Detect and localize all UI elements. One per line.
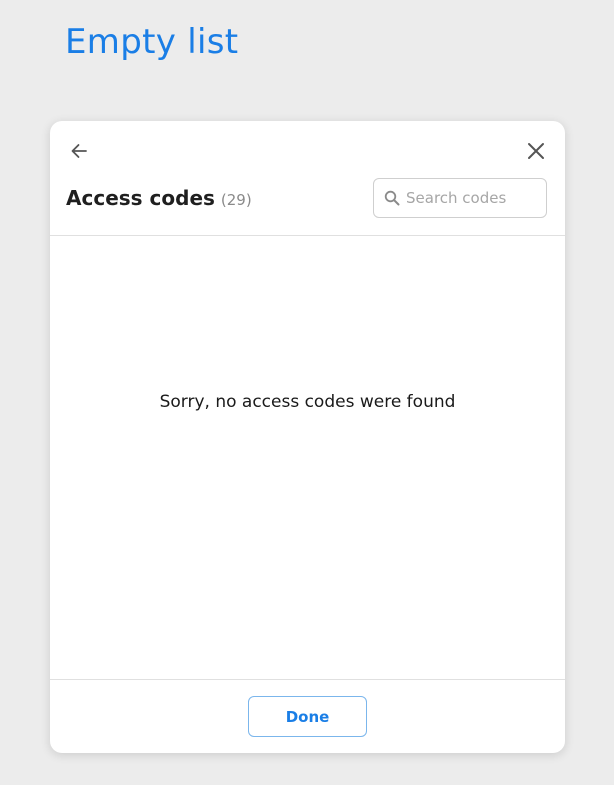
search-icon [384,190,400,206]
search-box[interactable] [373,178,547,218]
header-divider [50,235,565,236]
arrow-left-icon [71,144,87,158]
item-count: (29) [220,191,252,209]
page-heading: Empty list [65,22,239,62]
access-codes-modal: Access codes (29) Sorry, no access codes… [50,121,565,753]
back-button[interactable] [66,138,92,164]
search-input[interactable] [406,189,536,207]
empty-state-message: Sorry, no access codes were found [159,392,456,412]
done-button[interactable]: Done [248,696,367,737]
close-icon [528,143,544,159]
footer-divider [50,679,565,680]
modal-title: Access codes [66,186,215,210]
close-button[interactable] [523,138,549,164]
modal-header: Access codes (29) [66,186,252,214]
